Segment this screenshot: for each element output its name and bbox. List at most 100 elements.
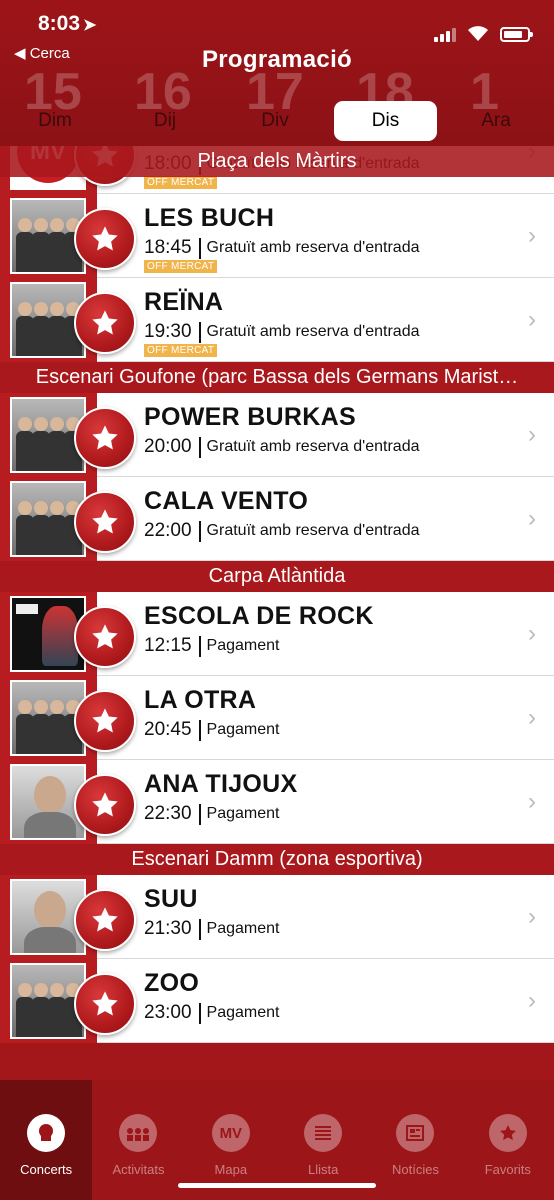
artist-name: ESCOLA DE ROCK [144,602,374,630]
list-item[interactable]: CALA VENTO 22:00 Gratuït amb reserva d'ent… [0,477,554,561]
tab-bar: Concerts Activitats MV Mapa Llista Notícies Fa… [0,1080,554,1200]
separator [198,321,201,343]
list-content: MVLLES18:00Gratuït amb reserva d'entrada… [0,146,554,1043]
off-mercat-badge: OFF MERCAT [144,344,218,357]
status-indicators [434,24,533,42]
event-info: 23:00 Pagament [144,1002,279,1024]
artist-name: REÏNA [144,288,224,316]
chevron-right-icon: › [528,903,536,930]
tabbar-label: Notícies [391,1162,439,1177]
list-item[interactable]: POWER BURKAS 20:00 Gratuït amb reserva d'e… [0,393,554,477]
artist-name: ZOO [144,969,200,997]
separator [198,520,201,542]
favorite-star-icon[interactable] [74,973,136,1035]
event-time: 22:30 [144,803,192,824]
list-item[interactable]: SUU 21:30 Pagament › [0,875,554,959]
favorite-star-icon[interactable] [74,491,136,553]
separator [198,237,201,259]
separator [198,719,201,741]
event-info: 20:00 Gratuït amb reserva d'entrada [144,436,419,458]
list-item[interactable]: ANA TIJOUX 22:30 Pagament › [0,760,554,844]
event-price: Pagament [206,920,280,937]
artist-name: LA OTRA [144,686,257,714]
tabbar-item-notícies[interactable]: Notícies [369,1080,461,1200]
tabbar-item-activitats[interactable]: Activitats [92,1080,184,1200]
event-price: Gratuït amb reserva d'entrada [206,522,420,539]
event-time: 23:00 [144,1002,192,1023]
event-time: 22:00 [144,520,192,541]
favorite-star-icon[interactable] [74,606,136,668]
list-item[interactable]: ZOO 23:00 Pagament › [0,959,554,1043]
tabbar-item-llista[interactable]: Llista [277,1080,369,1200]
tabbar-label: Activitats [112,1162,165,1177]
tabbar-item-concerts[interactable]: Concerts [0,1080,93,1200]
cellular-signal-icon [434,26,456,42]
event-info: 12:15 Pagament [144,635,279,657]
battery-icon [500,27,533,42]
artist-name: LES BUCH [144,204,275,232]
event-time: 20:00 [144,436,192,457]
navigation-header: 8:03 ➤ ◀ Cerca Programació 15 16 17 18 1 … [0,0,554,146]
list-item[interactable]: REÏNA 19:30 Gratuït amb reserva d'entrada O… [0,278,554,362]
audience-icon [119,1114,158,1152]
section-header: Escenari Goufone (parc Bassa dels German… [0,362,554,393]
day-selector: Dim Dij Div Dis Ara [0,101,554,141]
wifi-icon [466,24,490,42]
tabbar-item-mapa[interactable]: MV Mapa [185,1080,277,1200]
event-price: Pagament [206,721,280,738]
event-price: Gratuït amb reserva d'entrada [206,438,420,455]
separator [198,918,201,940]
event-time: 12:15 [144,635,192,656]
chevron-right-icon: › [528,987,536,1014]
star-icon [488,1114,527,1152]
favorite-star-icon[interactable] [74,774,136,836]
separator [198,436,201,458]
status-time: 8:03 ➤ [38,12,97,35]
event-info: 19:30 Gratuït amb reserva d'entrada [144,321,419,343]
event-time: 20:45 [144,719,192,740]
tabbar-item-favorits[interactable]: Favorits [462,1080,554,1200]
favorite-star-icon[interactable] [74,407,136,469]
mv-map-icon: MV [211,1114,250,1152]
event-time: 18:45 [144,237,192,258]
tab-ara[interactable]: Ara [441,101,551,141]
chevron-right-icon: › [528,620,536,647]
separator [198,635,201,657]
list-item[interactable]: LA OTRA 20:45 Pagament › [0,676,554,760]
chevron-right-icon: › [528,704,536,731]
tab-div[interactable]: Div [220,101,330,141]
chevron-right-icon: › [528,505,536,532]
chevron-right-icon: › [528,222,536,249]
list-item[interactable]: ESCOLA DE ROCK 12:15 Pagament › [0,592,554,676]
favorite-star-icon[interactable] [74,690,136,752]
tabbar-label: Llista [307,1162,339,1177]
tab-dis[interactable]: Dis [334,101,437,141]
favorite-star-icon[interactable] [74,208,136,270]
concert-list[interactable]: Plaça dels MàrtirsMVLLES18:00Gratuït amb… [0,146,554,1080]
artist-name: CALA VENTO [144,487,309,515]
section-header: Carpa Atlàntida [0,561,554,592]
off-mercat-badge: OFF MERCAT [144,260,218,273]
favorite-star-icon[interactable] [74,889,136,951]
home-indicator [178,1183,376,1188]
tabbar-label: Mapa [214,1162,248,1177]
event-price: Pagament [206,637,280,654]
event-info: 22:30 Pagament [144,803,279,825]
event-info: 20:45 Pagament [144,719,279,741]
concert-icon [27,1114,66,1152]
tab-dij[interactable]: Dij [110,101,220,141]
off-mercat-badge: OFF MERCAT [144,176,218,189]
chevron-right-icon: › [528,306,536,333]
event-info: 18:45 Gratuït amb reserva d'entrada [144,237,419,259]
favorite-star-icon[interactable] [74,292,136,354]
location-arrow-icon: ➤ [83,17,97,34]
list-item[interactable]: LES BUCH 18:45 Gratuït amb reserva d'entra… [0,194,554,278]
tab-dim[interactable]: Dim [0,101,110,141]
chevron-right-icon: › [528,788,536,815]
event-time: 21:30 [144,918,192,939]
artist-name: ANA TIJOUX [144,770,298,798]
event-price: Gratuït amb reserva d'entrada [206,323,420,340]
artist-name: POWER BURKAS [144,403,356,431]
list-icon [304,1114,343,1152]
artist-name: SUU [144,885,198,913]
